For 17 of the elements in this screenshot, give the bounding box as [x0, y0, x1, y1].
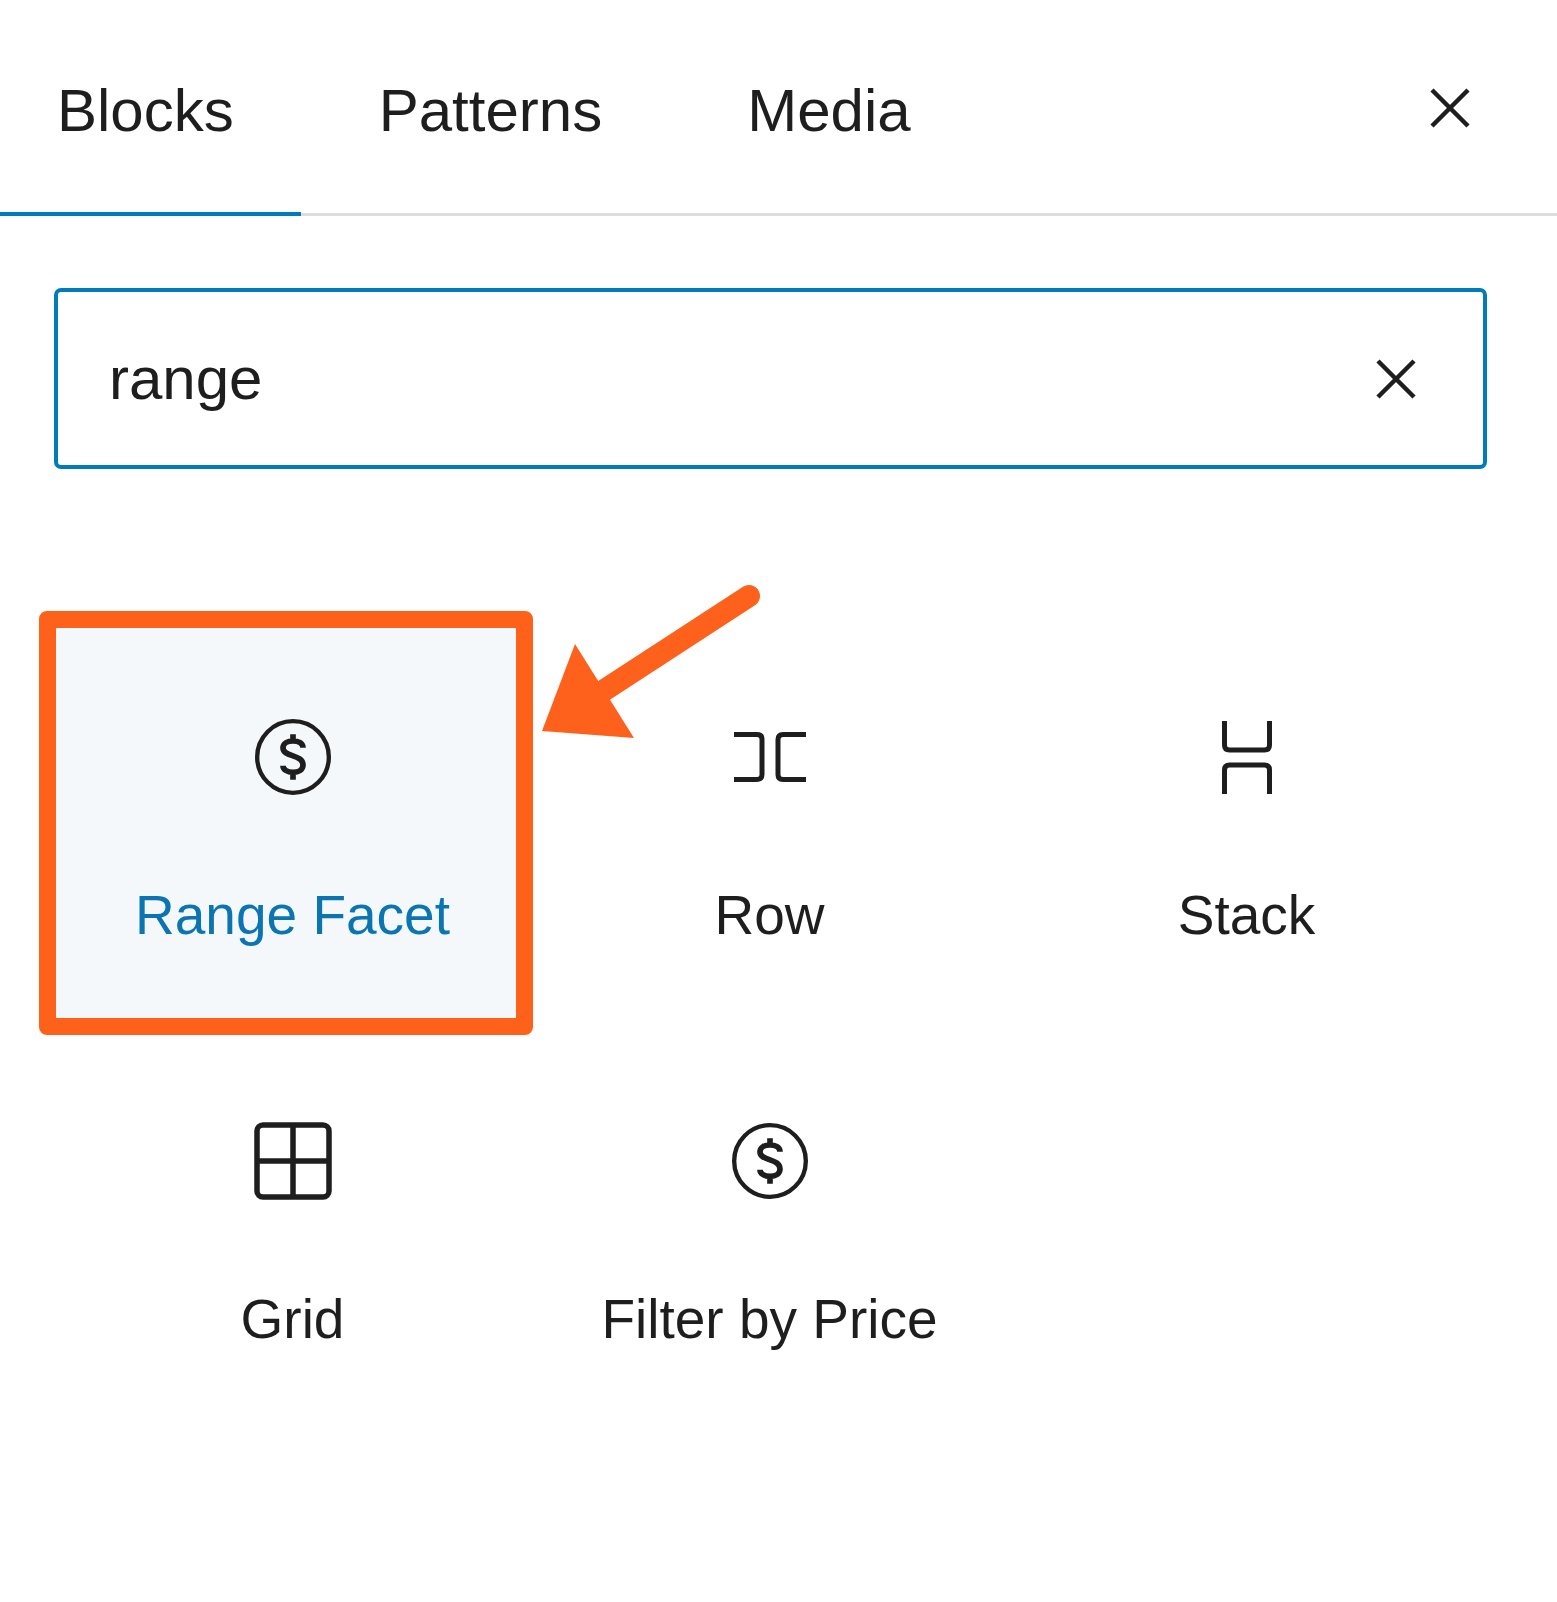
row-icon: [733, 732, 806, 782]
block-item[interactable]: Row: [531, 622, 1008, 1022]
dollar-icon: [254, 719, 331, 795]
close-button[interactable]: [1429, 87, 1471, 129]
stack-icon: [1221, 720, 1272, 794]
block-item[interactable]: Stack: [1008, 622, 1485, 1022]
clear-search-button[interactable]: [1375, 358, 1417, 400]
clear-icon: [1375, 358, 1417, 400]
block-item[interactable]: Filter by Price: [531, 1026, 1008, 1426]
grid-icon: [253, 1122, 332, 1200]
tab[interactable]: Blocks: [0, 0, 301, 216]
dollar-icon: [731, 1123, 808, 1199]
search-field[interactable]: range: [54, 288, 1487, 469]
tab[interactable]: Patterns: [321, 0, 670, 216]
tab[interactable]: Media: [690, 0, 978, 216]
close-icon: [1429, 87, 1471, 129]
block-item[interactable]: Grid: [54, 1026, 531, 1426]
